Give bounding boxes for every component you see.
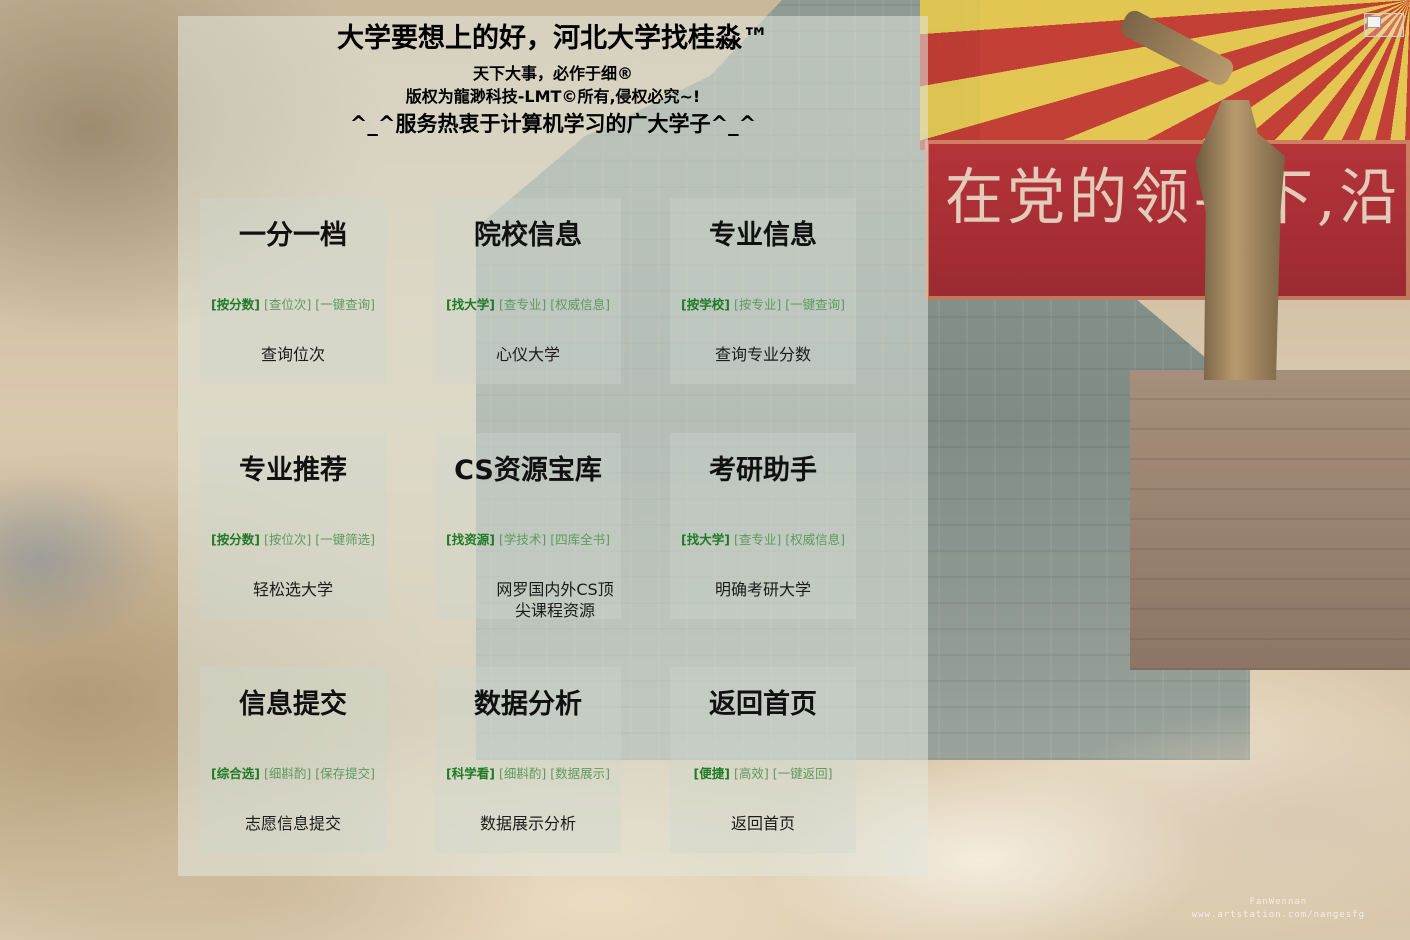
card-action-link[interactable]: 查询位次 bbox=[200, 344, 386, 365]
card-action-link[interactable]: 明确考研大学 bbox=[670, 579, 856, 600]
card-tags: [科学看] [细斟酌] [数据展示] bbox=[435, 765, 621, 783]
tag-link[interactable]: [数据展示] bbox=[550, 766, 610, 781]
tag-link[interactable]: [按专业] bbox=[734, 297, 781, 312]
tag-link[interactable]: [细斟酌] bbox=[264, 766, 311, 781]
tag-link[interactable]: [一键返回] bbox=[773, 766, 833, 781]
signature-url: www.artstation.com/nangesfg bbox=[1191, 910, 1365, 920]
tag-link[interactable]: [细斟酌] bbox=[499, 766, 546, 781]
card-tags: [综合选] [细斟酌] [保存提交] bbox=[200, 765, 386, 783]
copyright-notice: 版权为龍渺科技-LMT©所有,侵权必究~! bbox=[405, 87, 701, 106]
broken-image-icon bbox=[1364, 13, 1404, 37]
card-data-analysis: 数据分析 [科学看] [细斟酌] [数据展示] 数据展示分析 bbox=[435, 667, 621, 853]
card-title: CS资源宝库 bbox=[454, 455, 602, 486]
card-tags: [便捷] [高效] [一键返回] bbox=[670, 765, 856, 783]
card-title: 数据分析 bbox=[474, 689, 582, 720]
card-major-recommend: 专业推荐 [按分数] [按位次] [一键筛选] 轻松选大学 bbox=[200, 433, 386, 619]
card-action-link[interactable]: 返回首页 bbox=[670, 813, 856, 834]
page-title: 大学要想上的好，河北大学找桂淼™ bbox=[337, 23, 769, 54]
card-title: 专业信息 bbox=[709, 220, 817, 251]
tag-link[interactable]: [按学校] bbox=[681, 297, 730, 312]
tag-link[interactable]: [一键筛选] bbox=[315, 532, 375, 547]
tag-link[interactable]: [便捷] bbox=[694, 766, 730, 781]
card-action-link[interactable]: 轻松选大学 bbox=[200, 579, 386, 600]
tag-link[interactable]: [按分数] bbox=[211, 532, 260, 547]
signature-name: FanWennan bbox=[1249, 897, 1308, 907]
background-propaganda-poster bbox=[920, 0, 1410, 150]
tag-link[interactable]: [找大学] bbox=[446, 297, 495, 312]
card-title: 信息提交 bbox=[239, 689, 347, 720]
card-info-submit: 信息提交 [综合选] [细斟酌] [保存提交] 志愿信息提交 bbox=[200, 667, 386, 853]
tag-link[interactable]: [按分数] bbox=[211, 297, 260, 312]
card-tags: [找大学] [查专业] [权威信息] bbox=[435, 296, 621, 314]
tag-link[interactable]: [一键查询] bbox=[785, 297, 845, 312]
tag-link[interactable]: [一键查询] bbox=[315, 297, 375, 312]
card-tags: [按学校] [按专业] [一键查询] bbox=[670, 296, 856, 314]
card-postgrad-helper: 考研助手 [找大学] [查专业] [权威信息] 明确考研大学 bbox=[670, 433, 856, 619]
tag-link[interactable]: [科学看] bbox=[446, 766, 495, 781]
tag-link[interactable]: [找资源] bbox=[446, 532, 495, 547]
card-title: 院校信息 bbox=[474, 220, 582, 251]
page-header: 大学要想上的好，河北大学找桂淼™ 天下大事，必作于细® 版权为龍渺科技-LMT©… bbox=[178, 16, 928, 138]
card-action-link[interactable]: 网罗国内外CS顶尖课程资源 bbox=[490, 579, 620, 621]
tag-link[interactable]: [四库全书] bbox=[550, 532, 610, 547]
card-action-link[interactable]: 志愿信息提交 bbox=[200, 813, 386, 834]
card-back-home: 返回首页 [便捷] [高效] [一键返回] 返回首页 bbox=[670, 667, 856, 853]
tag-link[interactable]: [查专业] bbox=[734, 532, 781, 547]
card-title: 一分一档 bbox=[239, 220, 347, 251]
tag-link[interactable]: [查专业] bbox=[499, 297, 546, 312]
tag-link[interactable]: [查位次] bbox=[264, 297, 311, 312]
tag-link[interactable]: [学技术] bbox=[499, 532, 546, 547]
card-cs-resources: CS资源宝库 [找资源] [学技术] [四库全书] 网罗国内外CS顶尖课程资源 bbox=[435, 433, 621, 621]
tag-link[interactable]: [保存提交] bbox=[315, 766, 375, 781]
card-school-info: 院校信息 [找大学] [查专业] [权威信息] 心仪大学 bbox=[435, 198, 621, 384]
card-title: 专业推荐 bbox=[239, 455, 347, 486]
card-tags: [找资源] [学技术] [四库全书] bbox=[435, 531, 621, 549]
card-title: 返回首页 bbox=[709, 689, 817, 720]
tag-link[interactable]: [权威信息] bbox=[550, 297, 610, 312]
artist-signature: FanWennan www.artstation.com/nangesfg bbox=[1192, 896, 1365, 922]
card-action-link[interactable]: 心仪大学 bbox=[435, 344, 621, 365]
background-pedestal bbox=[1130, 370, 1410, 670]
card-major-info: 专业信息 [按学校] [按专业] [一键查询] 查询专业分数 bbox=[670, 198, 856, 384]
tag-link[interactable]: [综合选] bbox=[211, 766, 260, 781]
card-action-link[interactable]: 数据展示分析 bbox=[435, 813, 621, 834]
card-tags: [找大学] [查专业] [权威信息] bbox=[670, 531, 856, 549]
background-banner-text: 在党的领导下,沿 bbox=[945, 161, 1402, 233]
card-score-rank: 一分一档 [按分数] [查位次] [一键查询] 查询位次 bbox=[200, 198, 386, 384]
card-tags: [按分数] [按位次] [一键筛选] bbox=[200, 531, 386, 549]
motto: 天下大事，必作于细® bbox=[472, 64, 633, 83]
tag-link[interactable]: [权威信息] bbox=[785, 532, 845, 547]
service-slogan: ^_^服务热衷于计算机学习的广大学子^_^ bbox=[349, 112, 757, 136]
tag-link[interactable]: [按位次] bbox=[264, 532, 311, 547]
card-tags: [按分数] [查位次] [一键查询] bbox=[200, 296, 386, 314]
tag-link[interactable]: [找大学] bbox=[681, 532, 730, 547]
card-action-link[interactable]: 查询专业分数 bbox=[670, 344, 856, 365]
tag-link[interactable]: [高效] bbox=[734, 766, 769, 781]
card-title: 考研助手 bbox=[709, 455, 817, 486]
main-panel: 大学要想上的好，河北大学找桂淼™ 天下大事，必作于细® 版权为龍渺科技-LMT©… bbox=[178, 16, 928, 876]
